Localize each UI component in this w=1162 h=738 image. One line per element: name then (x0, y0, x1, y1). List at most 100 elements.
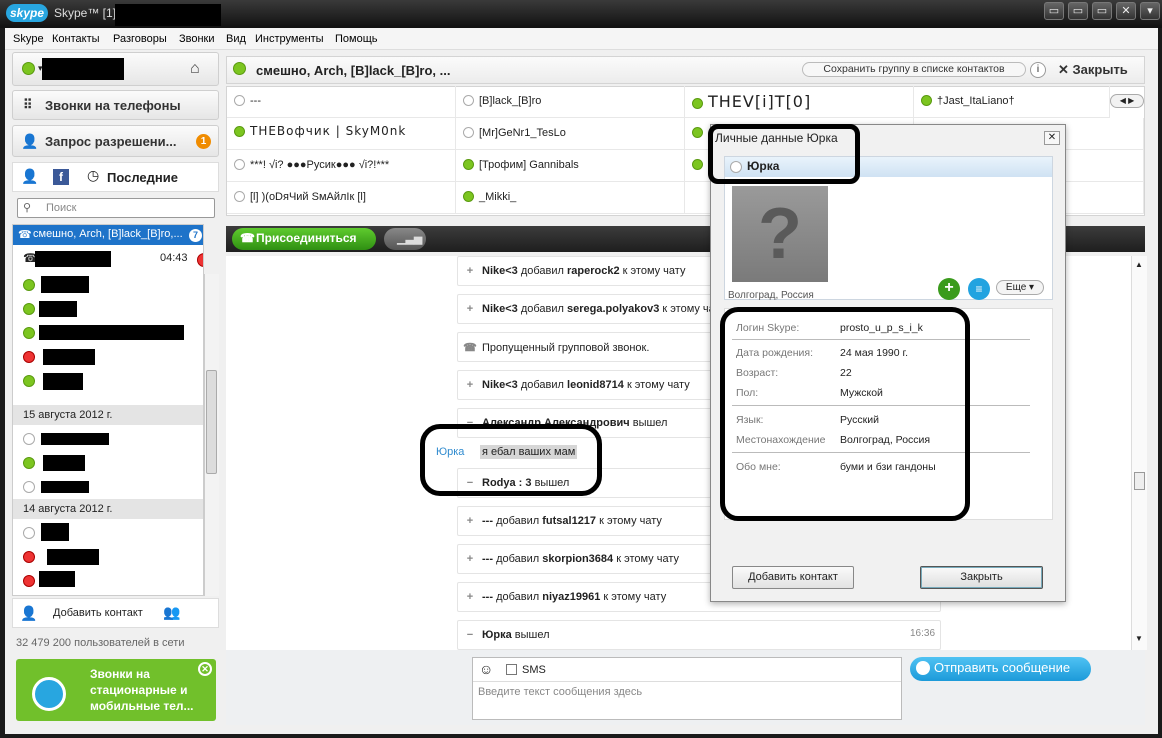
menu-view[interactable]: Вид (226, 33, 246, 45)
list-item[interactable] (13, 273, 203, 296)
list-item[interactable] (13, 345, 203, 368)
list-item[interactable] (13, 521, 203, 544)
window-dropdown-icon[interactable]: ▾ (1140, 2, 1160, 20)
scroll-down-icon[interactable]: ▼ (1135, 634, 1143, 643)
phone-icon: ☎ (18, 229, 32, 241)
conversation-title: смешно, Arch, [B]lack_[B]ro, ... (256, 63, 451, 78)
create-group-icon[interactable]: 👥 (163, 604, 180, 621)
event-verb: добавил (496, 515, 540, 527)
save-group-button[interactable]: Сохранить группу в списке контактов (802, 62, 1026, 77)
composer-divider (473, 681, 901, 682)
event-actor: Юрка (482, 629, 512, 641)
window-maximize-icon[interactable]: ▭ (1092, 2, 1112, 20)
promo-banner[interactable]: Звонки на стационарные и мобильные тел..… (16, 659, 216, 721)
menu-tools[interactable]: Инструменты (255, 33, 324, 45)
participants-nav[interactable]: ◀ ▶ (1110, 94, 1144, 108)
list-item[interactable] (13, 321, 203, 344)
recent-list[interactable]: ☎ смешно, Arch, [B]lack_[B]ro,... 7 ☎ 04… (12, 224, 204, 596)
more-dropdown[interactable]: Еще ▾ (996, 280, 1044, 295)
emoticon-icon[interactable]: ☺ (479, 661, 493, 677)
send-message-button[interactable]: Отправить сообщение (910, 657, 1091, 681)
list-item[interactable] (13, 569, 203, 592)
participant[interactable]: _Mikki_ (456, 182, 685, 214)
menu-skype[interactable]: Skype (13, 33, 44, 45)
group-icon (23, 327, 35, 339)
status-offline-icon (23, 481, 35, 493)
participant[interactable]: [Трофим] Gannibals (456, 150, 685, 182)
list-item[interactable] (13, 297, 203, 320)
window-close-icon[interactable]: ✕ (1116, 2, 1136, 20)
status-offline-icon (234, 191, 245, 202)
event-verb: вышел (514, 629, 550, 641)
date-separator: 15 августа 2012 г. (13, 405, 203, 425)
participant-name: [Трофим] Gannibals (479, 159, 579, 171)
participant[interactable]: --- (227, 86, 456, 118)
call-quality-button[interactable]: ▁▃▅ (384, 228, 426, 250)
add-contact-button[interactable]: Добавить контакт (53, 607, 143, 619)
participant[interactable]: †Jast_ItaLiano† (914, 86, 1110, 118)
sidebar-scroll-thumb[interactable] (206, 370, 217, 474)
dialog-close-button[interactable]: Закрыть (920, 566, 1043, 589)
participant[interactable]: THEВофчик | SkyM0nk (227, 118, 456, 150)
close-promo-icon[interactable]: ✕ (198, 662, 212, 676)
dialog-add-contact-button[interactable]: Добавить контакт (732, 566, 854, 589)
tab-facebook-icon[interactable]: f (53, 169, 69, 185)
status-online-icon[interactable] (22, 62, 35, 75)
redacted-name (39, 325, 184, 340)
status-busy-icon (23, 575, 35, 587)
menu-conversations[interactable]: Разговоры (113, 33, 167, 45)
chat-bubble-icon (916, 661, 930, 675)
info-icon[interactable]: i (1030, 62, 1046, 78)
close-conversation-button[interactable]: ✕ Закрыть (1058, 62, 1128, 78)
status-offline-icon (234, 159, 245, 170)
participant-name: [Mr]GeNr1_TesLo (479, 127, 566, 139)
participant[interactable]: ***! √i? ●●●Русик●●● √i?!*** (227, 150, 456, 182)
participant[interactable]: [l] )(оDяЧий SмАйлIк [l] (227, 182, 456, 214)
list-item[interactable] (13, 545, 203, 568)
tab-contacts-icon[interactable]: 👤 (19, 168, 41, 188)
event-suffix: к этому чату (599, 515, 662, 527)
redacted-title (115, 4, 221, 26)
list-item[interactable] (13, 451, 203, 474)
list-item[interactable] (13, 427, 203, 450)
join-call-button[interactable]: ☎ Присоединиться (232, 228, 376, 250)
hangup-icon[interactable] (197, 253, 203, 267)
status-online-icon (234, 126, 245, 137)
add-contact-icon[interactable]: 👤 (20, 605, 37, 622)
list-item[interactable] (13, 369, 203, 392)
call-phones-button[interactable]: ⠿ Звонки на телефоны (12, 90, 219, 120)
menu-help[interactable]: Помощь (335, 33, 378, 45)
call-duration: 04:43 (160, 252, 188, 264)
sms-checkbox[interactable] (506, 664, 517, 675)
participant-name: †Jast_ItaLiano† (937, 95, 1015, 107)
send-im-icon[interactable]: ≡ (968, 278, 990, 300)
list-item-active-conversation[interactable]: ☎ смешно, Arch, [B]lack_[B]ro,... 7 (13, 225, 203, 245)
tab-recent[interactable]: Последние (107, 170, 178, 185)
participant[interactable]: [Mr]GeNr1_TesLo (456, 118, 685, 150)
home-icon[interactable]: ⌂ (190, 60, 210, 78)
active-conversation-label: смешно, Arch, [B]lack_[B]ro,... (33, 228, 183, 240)
search-input[interactable]: Поиск (17, 198, 215, 218)
redacted-name (41, 276, 89, 293)
status-online-icon (463, 159, 474, 170)
list-item-call[interactable]: ☎ 04:43 (13, 247, 203, 270)
participant[interactable]: THEV[i]T[0] (685, 86, 914, 118)
window-restore-icon[interactable]: ▭ (1068, 2, 1088, 20)
list-item[interactable] (13, 475, 203, 498)
participant-name: ***! √i? ●●●Русик●●● √i?!*** (250, 159, 390, 171)
composer-placeholder[interactable]: Введите текст сообщения здесь (478, 686, 642, 698)
status-online-icon (23, 375, 35, 387)
chat-scrollbar[interactable]: ▲ ▼ (1131, 256, 1147, 650)
dialog-close-icon[interactable]: ✕ (1044, 131, 1060, 145)
menu-contacts[interactable]: Контакты (52, 33, 100, 45)
missed-call-icon: ☎ (463, 342, 477, 354)
window-menu-icon[interactable]: ▭ (1044, 2, 1064, 20)
participant[interactable]: [B]lack_[B]ro (456, 86, 685, 118)
marker-outline-title (708, 124, 860, 184)
add-contact-icon[interactable]: + (938, 278, 960, 300)
status-online-icon (23, 457, 35, 469)
menu-calls[interactable]: Звонки (179, 33, 215, 45)
chat-scroll-thumb[interactable] (1134, 472, 1145, 490)
auth-request-button[interactable]: 👤 Запрос разрешени... 1 (12, 125, 219, 157)
scroll-up-icon[interactable]: ▲ (1135, 260, 1143, 269)
